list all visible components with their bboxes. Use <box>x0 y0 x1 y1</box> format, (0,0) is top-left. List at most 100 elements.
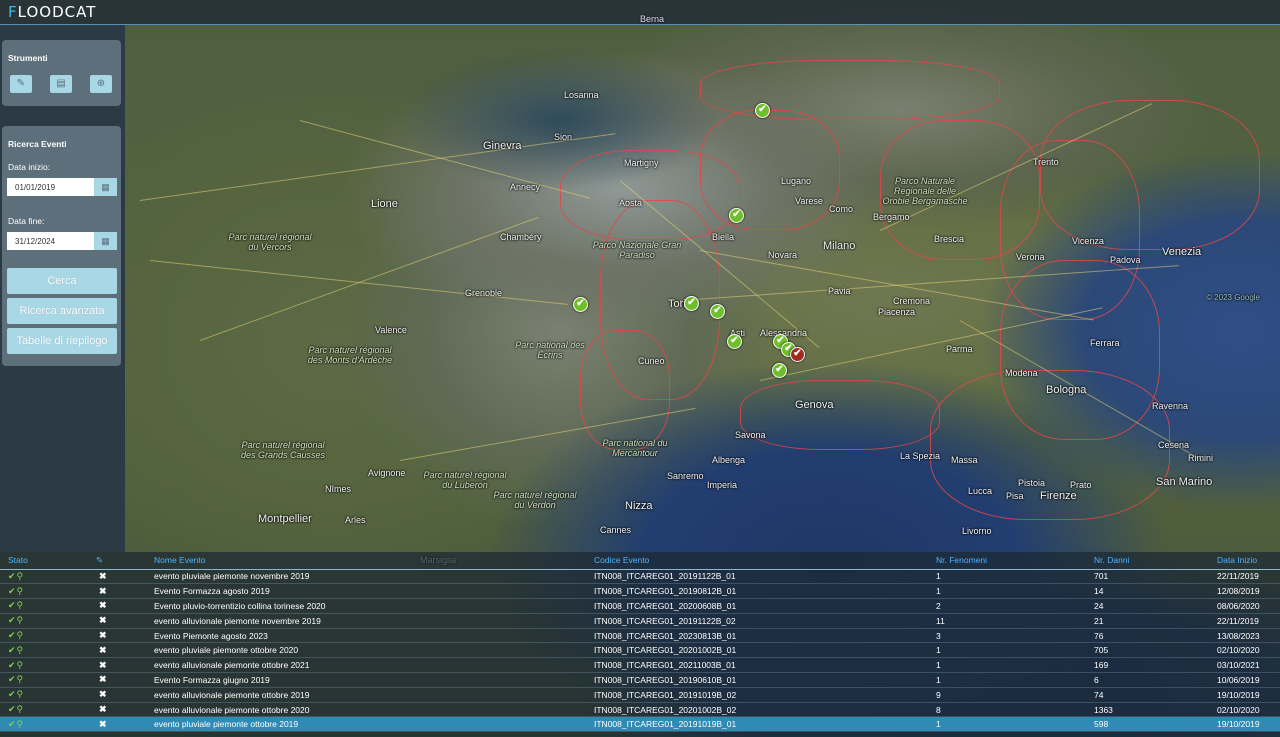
table-row[interactable]: ✔⚲ ✖ evento pluviale piemonte ottobre 2020… <box>0 642 1280 659</box>
map-label-park: Parco Nazionale Gran Paradiso <box>592 240 682 260</box>
app-logo[interactable]: FLOODCAT <box>8 3 96 21</box>
status-check-pin-icon[interactable]: ✔⚲ <box>8 630 24 640</box>
event-marker-ok[interactable]: ✔ <box>727 334 742 349</box>
end-calendar-button[interactable]: ▦ <box>94 232 117 250</box>
map-label-city: La Spezia <box>900 451 941 461</box>
status-check-pin-icon[interactable]: ✔⚲ <box>8 645 24 655</box>
start-date-cell: 10/06/2019 <box>1209 672 1280 688</box>
map-label-city: Imperia <box>707 480 738 490</box>
table-header-row: Stato ✎ Nome Evento Codice Evento Nr. Fe… <box>0 552 1280 570</box>
delete-icon[interactable]: ✖ <box>96 674 107 684</box>
end-date-input[interactable] <box>7 232 94 250</box>
danni-count-cell: 24 <box>1086 598 1209 614</box>
summary-tables-button[interactable]: Tabelle di riepilogo <box>7 328 117 354</box>
status-check-pin-icon[interactable]: ✔⚲ <box>8 689 24 699</box>
danni-count-cell: 74 <box>1086 687 1209 703</box>
fenomeni-count-cell: 1 <box>928 716 1086 733</box>
event-marker-ok[interactable]: ✔ <box>573 297 588 312</box>
event-marker-ok[interactable]: ✔ <box>772 363 787 378</box>
table-row[interactable]: ✔⚲ ✖ Evento Formazza agosto 2019 ITN008_ITC… <box>0 583 1280 600</box>
start-date-label: Data inizio: <box>8 162 51 172</box>
map-label-park: Parc national du Mercantour <box>602 438 668 458</box>
status-icons-cell: ✔⚲ <box>0 583 88 600</box>
status-check-pin-icon[interactable]: ✔⚲ <box>8 571 24 581</box>
table-body: ✔⚲ ✖ evento pluviale piemonte novembre 201… <box>0 569 1280 733</box>
map-label-city: Nizza <box>625 500 653 512</box>
table-row[interactable]: ✔⚲ ✖ evento alluvionale piemonte ottobre 2… <box>0 657 1280 674</box>
event-marker-ok[interactable]: ✔ <box>684 296 699 311</box>
status-check-pin-icon[interactable]: ✔⚲ <box>8 704 24 714</box>
column-header-nr-fenomeni[interactable]: Nr. Fenomeni <box>928 552 1086 570</box>
status-check-pin-icon[interactable]: ✔⚲ <box>8 586 24 596</box>
map-label-park: Parc naturel régional du Vercors <box>228 232 312 252</box>
event-marker-ok[interactable]: ✔ <box>755 103 770 118</box>
event-code-cell: ITN008_ITCAREG01_20200608B_01 <box>586 598 928 614</box>
delete-icon[interactable]: ✖ <box>96 645 107 655</box>
delete-icon[interactable]: ✖ <box>96 615 107 625</box>
advanced-search-button[interactable]: Ricerca avanzata <box>7 298 117 324</box>
table-row[interactable]: ✔⚲ ✖ evento pluviale piemonte novembre 201… <box>0 569 1280 585</box>
map-label-city: Biella <box>712 232 735 242</box>
column-header-data-inizio[interactable]: Data Inizio <box>1209 552 1280 570</box>
event-name-cell: evento pluviale piemonte ottobre 2020 <box>146 642 586 659</box>
event-name-cell: Evento Formazza giugno 2019 <box>146 672 586 688</box>
map-label-city: Padova <box>1110 255 1141 265</box>
edit-tool-button[interactable]: ✎ <box>10 75 32 93</box>
logo-text: LOODCAT <box>17 3 97 21</box>
start-calendar-button[interactable]: ▦ <box>94 178 117 196</box>
events-table: Stato ✎ Nome Evento Codice Evento Nr. Fe… <box>0 552 1280 733</box>
start-date-input[interactable] <box>7 178 94 196</box>
event-name-cell: evento alluvionale piemonte ottobre 2021 <box>146 657 586 674</box>
document-tool-button[interactable]: ▤ <box>50 75 72 93</box>
delete-icon[interactable]: ✖ <box>96 689 107 699</box>
start-date-cell: 02/10/2020 <box>1209 642 1280 659</box>
map-label-city: Nîmes <box>325 484 352 494</box>
table-row[interactable]: ✔⚲ ✖ evento alluvionale piemonte novembre … <box>0 613 1280 629</box>
delete-icon[interactable]: ✖ <box>96 586 107 596</box>
map-label-city: Arles <box>345 515 366 525</box>
add-tool-button[interactable]: ⊕ <box>90 75 112 93</box>
event-marker-ok[interactable]: ✔ <box>710 304 725 319</box>
map-label-city: San Marino <box>1156 476 1213 488</box>
map-label-city: Trento <box>1033 157 1059 167</box>
column-header-nr-danni[interactable]: Nr. Danni <box>1086 552 1209 570</box>
danni-count-cell: 705 <box>1086 642 1209 659</box>
delete-icon[interactable]: ✖ <box>96 704 107 714</box>
status-check-pin-icon[interactable]: ✔⚲ <box>8 660 24 670</box>
status-icons-cell: ✔⚲ <box>0 716 88 733</box>
delete-icon[interactable]: ✖ <box>96 660 107 670</box>
table-row[interactable]: ✔⚲ ✖ Evento pluvio-torrentizio collina tor… <box>0 598 1280 614</box>
column-header-codice-evento[interactable]: Codice Evento <box>586 552 928 570</box>
event-code-cell: ITN008_ITCAREG01_20230813B_01 <box>586 628 928 644</box>
delete-icon-cell: ✖ <box>88 628 146 644</box>
column-header-stato[interactable]: Stato <box>0 552 88 570</box>
fenomeni-count-cell: 1 <box>928 642 1086 659</box>
delete-icon[interactable]: ✖ <box>96 571 107 581</box>
start-date-cell: 02/10/2020 <box>1209 702 1280 718</box>
map-label-city: Grenoble <box>465 288 503 298</box>
table-row[interactable]: ✔⚲ ✖ Evento Piemonte agosto 2023 ITN008_ITC… <box>0 628 1280 644</box>
column-header-nome-evento[interactable]: Nome Evento <box>146 552 586 570</box>
event-code-cell: ITN008_ITCAREG01_20191122B_01 <box>586 569 928 585</box>
event-marker-alert[interactable]: ✔ <box>790 347 805 362</box>
delete-icon[interactable]: ✖ <box>96 719 107 729</box>
map-label-city: Albenga <box>712 455 746 465</box>
status-check-pin-icon[interactable]: ✔⚲ <box>8 615 24 625</box>
event-code-cell: ITN008_ITCAREG01_20211003B_01 <box>586 657 928 674</box>
table-row[interactable]: ✔⚲ ✖ Evento Formazza giugno 2019 ITN008_ITC… <box>0 672 1280 688</box>
status-check-pin-icon[interactable]: ✔⚲ <box>8 600 24 610</box>
status-check-pin-icon[interactable]: ✔⚲ <box>8 674 24 684</box>
map-label-city: Brescia <box>934 234 965 244</box>
sidebar: Strumenti ✎ ▤ ⊕ Ricerca Eventi Data iniz… <box>0 25 125 552</box>
logo-drop-icon: F <box>8 3 18 21</box>
delete-icon-cell: ✖ <box>88 642 146 659</box>
delete-icon[interactable]: ✖ <box>96 630 107 640</box>
start-date-cell: 19/10/2019 <box>1209 687 1280 703</box>
table-row[interactable]: ✔⚲ ✖ evento alluvionale piemonte ottobre 2… <box>0 687 1280 703</box>
table-row[interactable]: ✔⚲ ✖ evento alluvionale piemonte ottobre 2… <box>0 702 1280 718</box>
delete-icon[interactable]: ✖ <box>96 600 107 610</box>
table-row[interactable]: ✔⚲ ✖ evento pluviale piemonte ottobre 2019… <box>0 716 1280 733</box>
status-check-pin-icon[interactable]: ✔⚲ <box>8 719 24 729</box>
event-marker-ok[interactable]: ✔ <box>729 208 744 223</box>
search-button[interactable]: Cerca <box>7 268 117 294</box>
